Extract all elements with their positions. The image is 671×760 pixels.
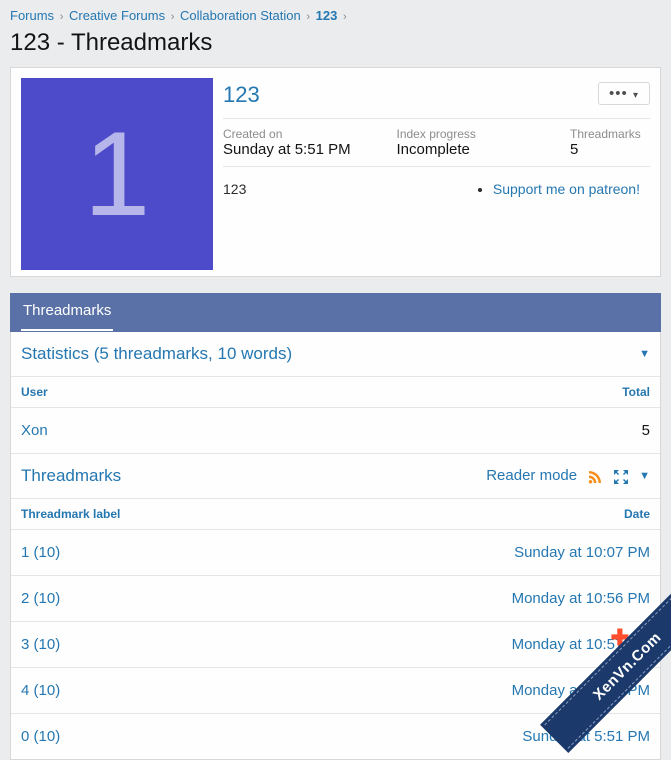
- created-label: Created on: [223, 127, 397, 141]
- tm-count-label: Threadmarks: [570, 127, 650, 141]
- threadmark-link[interactable]: 2 (10): [21, 590, 60, 607]
- chevron-right-icon: ›: [343, 11, 347, 23]
- stats-user-link[interactable]: Xon: [21, 422, 48, 439]
- threadmark-date[interactable]: Monday at 10:56 PM: [512, 590, 650, 607]
- col-tm-label: Threadmark label: [21, 507, 120, 521]
- more-actions-button[interactable]: ••• ▾: [598, 82, 650, 105]
- threadmark-row: 2 (10) Monday at 10:56 PM: [11, 576, 660, 622]
- threadmark-link[interactable]: 1 (10): [21, 544, 60, 561]
- chevron-right-icon: ›: [171, 11, 175, 23]
- progress-value: Incomplete: [397, 141, 571, 158]
- tabs-bar: Threadmarks: [10, 293, 661, 332]
- crumb-collab[interactable]: Collaboration Station: [180, 8, 301, 23]
- stats-total-value: 5: [642, 422, 650, 439]
- patreon-link[interactable]: Support me on patreon!: [493, 181, 640, 197]
- thread-card: 1 123 ••• ▾ Created on Sunday at 5:51 PM…: [10, 67, 661, 277]
- stats-row: Xon 5: [11, 408, 660, 454]
- tab-threadmarks[interactable]: Threadmarks: [21, 294, 113, 331]
- chevron-down-icon[interactable]: ▼: [639, 470, 650, 482]
- support-links: Support me on patreon!: [473, 181, 640, 197]
- page-title: 123 - Threadmarks: [0, 27, 671, 67]
- threadmark-link[interactable]: 3 (10): [21, 636, 60, 653]
- threadmark-row: 1 (10) Sunday at 10:07 PM: [11, 530, 660, 576]
- col-tm-date: Date: [624, 507, 650, 521]
- crumb-thread[interactable]: 123: [316, 8, 338, 23]
- threadmarks-panel: Statistics (5 threadmarks, 10 words) ▼ U…: [10, 332, 661, 760]
- tm-columns: Threadmark label Date: [11, 499, 660, 530]
- breadcrumb: Forums › Creative Forums › Collaboration…: [0, 0, 671, 27]
- chevron-down-icon: ▾: [633, 90, 639, 101]
- chevron-right-icon: ›: [60, 11, 64, 23]
- chevron-right-icon: ›: [306, 11, 310, 23]
- thread-description: 123: [223, 181, 246, 197]
- threadmark-date[interactable]: Monday at 10:57 PM: [512, 682, 650, 699]
- threadmark-date[interactable]: Monday at 10:57 PM: [512, 636, 650, 653]
- rss-icon[interactable]: [587, 467, 603, 484]
- expand-icon[interactable]: [613, 467, 629, 484]
- stats-columns: User Total: [11, 377, 660, 408]
- threadmark-row: 3 (10) Monday at 10:57 PM: [11, 622, 660, 668]
- statistics-label: Statistics (5 threadmarks, 10 words): [21, 344, 292, 364]
- threadmark-date[interactable]: Sunday at 10:07 PM: [514, 544, 650, 561]
- col-user: User: [21, 385, 48, 399]
- crumb-forums[interactable]: Forums: [10, 8, 54, 23]
- threadmarks-title: Threadmarks: [21, 466, 121, 486]
- threadmarks-section-header: Threadmarks Reader mode ▼: [11, 454, 660, 499]
- reader-mode-link[interactable]: Reader mode: [486, 467, 577, 484]
- threadmark-link[interactable]: 4 (10): [21, 682, 60, 699]
- more-label: •••: [609, 85, 628, 102]
- progress-label: Index progress: [397, 127, 571, 141]
- tm-count-value: 5: [570, 141, 650, 158]
- statistics-toggle[interactable]: Statistics (5 threadmarks, 10 words) ▼: [11, 332, 660, 377]
- chevron-down-icon: ▼: [639, 348, 650, 360]
- col-total: Total: [622, 385, 650, 399]
- threadmark-row: 4 (10) Monday at 10:57 PM: [11, 668, 660, 714]
- thread-title-link[interactable]: 123: [223, 82, 260, 108]
- crumb-creative[interactable]: Creative Forums: [69, 8, 165, 23]
- thread-avatar[interactable]: 1: [21, 78, 213, 270]
- created-value: Sunday at 5:51 PM: [223, 141, 397, 158]
